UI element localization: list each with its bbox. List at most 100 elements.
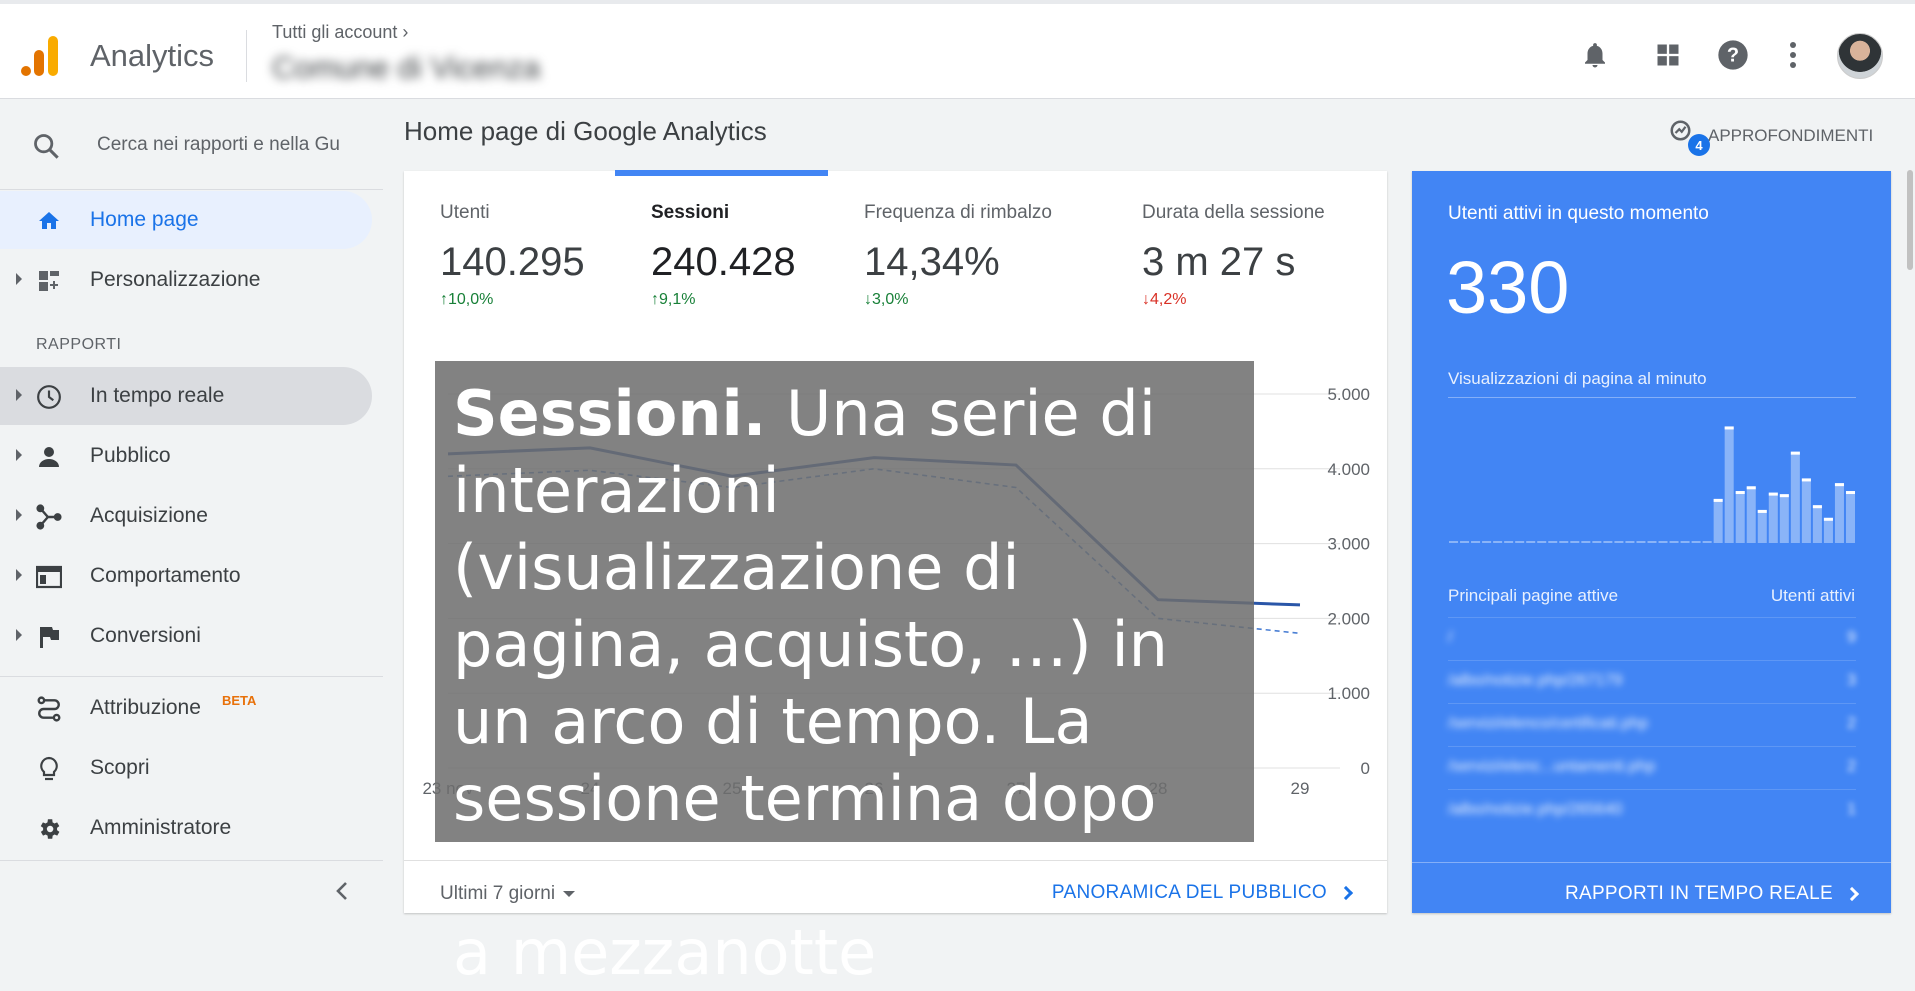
web-page-icon (36, 564, 62, 590)
pageviews-bar (1636, 541, 1646, 543)
pageviews-bar (1603, 541, 1613, 543)
metric-users[interactable]: Utenti 140.295 ↑10,0% (440, 202, 585, 309)
expand-caret-icon (16, 629, 22, 641)
divider (246, 30, 247, 82)
pageviews-bar (1548, 541, 1558, 543)
help-icon[interactable]: ? (1716, 38, 1750, 72)
sidebar-item-attribution[interactable]: Attribuzione (0, 679, 372, 737)
expand-caret-icon (16, 569, 22, 581)
insights-button[interactable]: 4 APPROFONDIMENTI (1668, 118, 1873, 156)
pageviews-bar (1823, 517, 1833, 543)
metric-value: 3 m 27 s (1142, 240, 1296, 284)
realtime-footer: RAPPORTI IN TEMPO REALE (1412, 862, 1891, 913)
audience-overview-link[interactable]: PANORAMICA DEL PUBBLICO (1052, 882, 1354, 904)
collapse-sidebar-chevron-icon[interactable] (334, 880, 350, 902)
home-icon (36, 208, 62, 234)
pageviews-bar (1581, 541, 1591, 543)
page-title: Home page di Google Analytics (404, 116, 767, 146)
app-title: Analytics (90, 38, 215, 73)
top-bar: Analytics Tutti gli account › Comune di … (0, 0, 1915, 99)
pageviews-bar (1504, 541, 1514, 543)
account-name[interactable]: Comune di Vicenza (272, 50, 540, 86)
divider (1448, 397, 1856, 398)
notifications-bell-icon[interactable] (1578, 38, 1612, 72)
analytics-logo-icon[interactable] (20, 34, 64, 78)
y-tick-label: 3.000 (1327, 535, 1370, 554)
metric-label: Sessioni (651, 202, 730, 223)
metric-sessions[interactable]: Sessioni 240.428 ↑9,1% (651, 202, 796, 309)
realtime-card: Utenti attivi in questo momento 330 Visu… (1412, 171, 1891, 913)
person-icon (36, 444, 62, 470)
sidebar-item-label: Conversioni (90, 624, 201, 647)
list-item[interactable]: /servizi/elenc...untamenti.php 2 (1448, 746, 1856, 786)
metric-value: 240.428 (651, 240, 796, 284)
pageviews-bar (1768, 492, 1778, 543)
pageviews-bar (1460, 541, 1470, 543)
y-tick-label: 2.000 (1327, 609, 1370, 628)
pageviews-bar (1625, 541, 1635, 543)
sidebar-item-customization[interactable]: Personalizzazione (0, 251, 372, 309)
pageviews-bar-cap (1724, 426, 1734, 430)
search-bar[interactable]: Cerca nei rapporti e nella Gu (0, 100, 383, 190)
pageviews-bar-chart (1449, 426, 1855, 543)
sidebar-item-admin[interactable]: Amministratore (0, 799, 372, 857)
pageviews-bar (1845, 491, 1855, 543)
divider (0, 860, 383, 861)
search-input[interactable]: Cerca nei rapporti e nella Gu (97, 134, 342, 156)
sidebar-item-audience[interactable]: Pubblico (0, 427, 372, 485)
pageviews-bar (1559, 541, 1569, 543)
pageviews-bar (1779, 494, 1789, 543)
pageviews-bar (1592, 541, 1602, 543)
metric-session-duration[interactable]: Durata della sessione 3 m 27 s ↓4,2% (1142, 202, 1325, 309)
sidebar-item-label: Amministratore (90, 816, 232, 839)
sidebar-item-behavior[interactable]: Comportamento (0, 547, 372, 605)
pageviews-bar (1790, 451, 1800, 543)
pageviews-bar-cap (1845, 491, 1855, 495)
y-tick-label: 0 (1361, 759, 1370, 778)
selected-tab-indicator (615, 170, 828, 176)
lightbulb-icon (36, 756, 62, 782)
insights-count-badge: 4 (1688, 134, 1710, 156)
chevron-right-icon (1844, 886, 1860, 902)
insights-icon: 4 (1668, 118, 1710, 156)
sidebar-item-acquisition[interactable]: Acquisizione (0, 487, 372, 545)
sidebar-item-label: Scopri (90, 756, 150, 779)
pageviews-bar (1801, 478, 1811, 543)
realtime-reports-link[interactable]: RAPPORTI IN TEMPO REALE (1565, 883, 1860, 905)
pageviews-bar (1702, 541, 1712, 543)
metric-bounce-rate[interactable]: Frequenza di rimbalzo 14,34% ↓3,0% (864, 202, 1052, 309)
account-breadcrumb[interactable]: Tutti gli account › (272, 22, 408, 43)
search-icon (34, 134, 59, 159)
pageviews-bar (1658, 541, 1668, 543)
apps-grid-icon[interactable] (1651, 38, 1685, 72)
pageviews-bar (1812, 505, 1822, 543)
sidebar-item-home[interactable]: Home page (0, 191, 372, 249)
pageviews-bar (1570, 541, 1580, 543)
pageviews-bar (1449, 541, 1459, 543)
list-item[interactable]: /albo/notizie.php/267179 3 (1448, 660, 1856, 700)
dashboard-add-icon (36, 268, 62, 294)
pageviews-bar (1647, 541, 1657, 543)
list-item[interactable]: /albo/notizie.php/265640 1 (1448, 789, 1856, 829)
metric-delta: ↓4,2% (1142, 291, 1187, 308)
list-item[interactable]: /servizi/elenco/certificati.php 2 (1448, 703, 1856, 743)
more-vert-icon[interactable] (1776, 38, 1810, 72)
metric-delta: ↓3,0% (864, 291, 909, 308)
date-range-select[interactable]: Ultimi 7 giorni (440, 883, 576, 905)
pageviews-bar-cap (1812, 505, 1822, 509)
user-avatar[interactable] (1837, 33, 1883, 79)
metric-value: 140.295 (440, 240, 585, 284)
realtime-active-users: 330 (1446, 246, 1570, 329)
pageviews-bar (1713, 498, 1723, 543)
card-footer: Ultimi 7 giorni PANORAMICA DEL PUBBLICO (404, 860, 1387, 913)
page-scrollbar[interactable] (1907, 170, 1913, 270)
sidebar-item-conversions[interactable]: Conversioni (0, 607, 372, 665)
pageviews-bar (1669, 541, 1679, 543)
list-item[interactable]: /9 (1448, 617, 1856, 657)
pageviews-bar-cap (1768, 492, 1778, 496)
sidebar-item-realtime[interactable]: In tempo reale (0, 367, 372, 425)
sidebar-item-discover[interactable]: Scopri (0, 739, 372, 797)
beta-badge: BETA (222, 693, 257, 708)
metric-label: Utenti (440, 202, 490, 223)
sidebar-item-label: Attribuzione (90, 696, 201, 719)
